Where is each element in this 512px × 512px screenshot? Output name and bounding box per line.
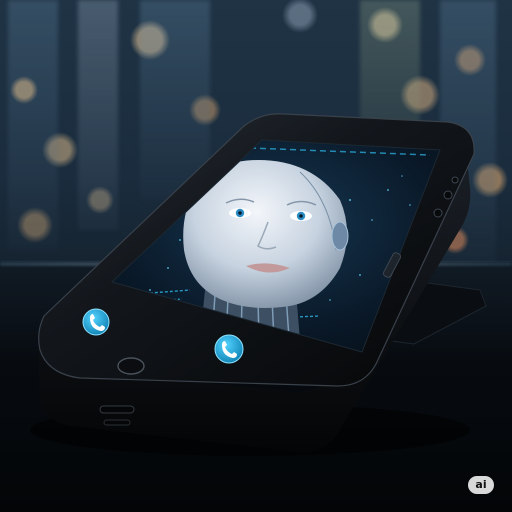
right-call-button[interactable] xyxy=(214,334,244,364)
left-call-button[interactable] xyxy=(82,308,110,336)
photo-scene: ai xyxy=(0,0,512,512)
android-ear-module xyxy=(331,221,349,251)
bottom-slot xyxy=(103,419,131,426)
android-right-pupil xyxy=(299,214,303,218)
ai-watermark-badge: ai xyxy=(468,476,494,494)
android-left-pupil xyxy=(238,211,242,215)
side-port xyxy=(433,208,443,218)
charging-port xyxy=(99,405,135,414)
side-port xyxy=(443,190,453,200)
home-button[interactable] xyxy=(117,357,145,375)
side-port xyxy=(451,176,459,184)
smartphone-illustration xyxy=(30,113,487,456)
